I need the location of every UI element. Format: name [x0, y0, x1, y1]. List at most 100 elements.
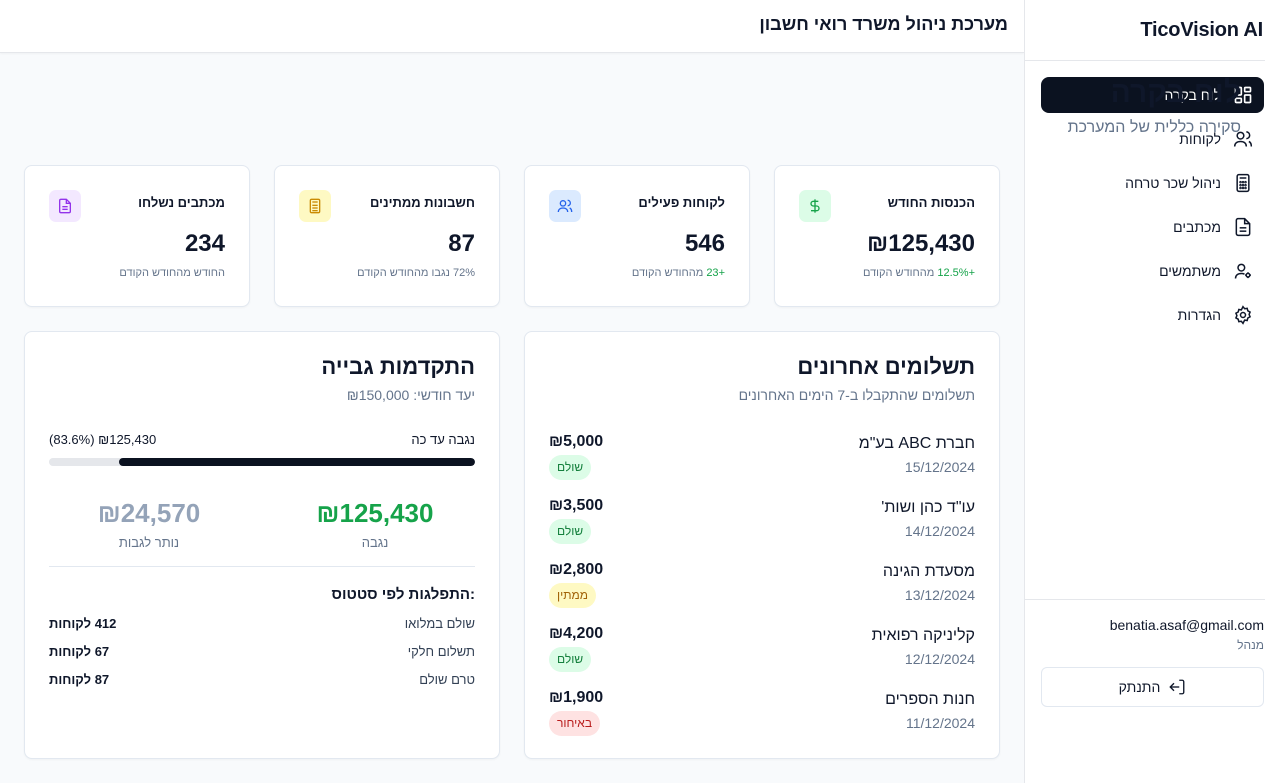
stat-icon-box — [49, 190, 81, 222]
status-badge: שולם — [549, 519, 592, 544]
sidebar-item-label: הגדרות — [1177, 307, 1221, 323]
stat-sub: +12.5% מהחודש הקודם — [863, 267, 975, 279]
sidebar-item-label: מכתבים — [1173, 219, 1221, 235]
payment-amount: ₪3,500 — [549, 497, 604, 514]
collected-label: נגבה — [361, 535, 389, 550]
sidebar-item-label: ניהול שכר טרחה — [1125, 175, 1221, 191]
distribution-value: 87 לקוחות — [49, 672, 110, 687]
stat-label: הכנסות החודש — [887, 195, 975, 210]
payment-row[interactable]: מסעדת הגינה 13/12/2024 ₪2,800 ממתין — [549, 561, 975, 609]
payment-row[interactable]: עו"ד כהן ושות' 14/12/2024 ₪3,500 שולם — [549, 497, 975, 545]
payment-amount: ₪1,900 — [549, 689, 604, 706]
collection-title: התקדמות גבייה — [321, 354, 475, 379]
stat-card-active-clients: לקוחות פעילים 546 +23 מהחודש הקודם — [524, 165, 750, 307]
user-cog-icon — [1234, 263, 1251, 279]
stat-value: 87 — [448, 230, 475, 257]
distribution-value: 67 לקוחות — [49, 644, 110, 659]
stat-icon-box — [299, 190, 331, 222]
file-text-icon — [59, 198, 71, 214]
payments-subtitle: תשלומים שהתקבלו ב-7 הימים האחרונים — [738, 387, 975, 403]
dollar-icon — [810, 199, 820, 213]
top-bar: מערכת ניהול משרד רואי חשבון — [0, 0, 1024, 53]
stat-sub-text: מהחודש הקודם — [631, 267, 704, 279]
stat-sub: +23 מהחודש הקודם — [632, 267, 725, 279]
brand-logo-text: TicoVision AI — [1140, 18, 1263, 41]
stat-label: מכתבים נשלחו — [138, 195, 225, 210]
user-role: מנהל — [1237, 638, 1264, 652]
progress-label: נגבה עד כה — [411, 432, 475, 447]
status-badge: באיחור — [549, 711, 601, 736]
stat-label: חשבונות ממתינים — [369, 195, 475, 210]
logout-icon — [1169, 679, 1185, 695]
stat-card-letters-sent: מכתבים נשלחו 234 החודש מהחודש הקודם — [24, 165, 250, 307]
distribution-label: שולם במלואו — [404, 616, 475, 631]
stat-sub-text: מהחודש הקודם — [862, 267, 935, 279]
payment-client: חברת ABC בע"מ — [858, 435, 975, 452]
stat-value: 546 — [684, 230, 725, 257]
sidebar-item-settings[interactable]: הגדרות — [1041, 297, 1264, 333]
stat-icon-box — [799, 190, 831, 222]
collection-progress-card: התקדמות גבייה יעד חודשי: ₪150,000 נגבה ע… — [24, 331, 500, 759]
logout-label: התנתק — [1118, 679, 1161, 695]
progress-value: ₪125,430 (83.6%) — [49, 432, 157, 447]
divider — [49, 566, 475, 567]
gear-icon — [1234, 305, 1252, 325]
payment-row[interactable]: חברת ABC בע"מ 15/12/2024 ₪5,000 שולם — [549, 433, 975, 481]
payment-amount: ₪4,200 — [549, 625, 604, 642]
users-icon — [557, 199, 573, 213]
stat-change: +23 — [706, 267, 725, 279]
payment-amount: ₪2,800 — [549, 561, 604, 578]
remaining-summary: ₪24,570 נותר לגבות — [49, 498, 249, 550]
stat-sub: החודש מהחודש הקודם — [119, 267, 225, 279]
distribution-label: טרם שולם — [419, 672, 475, 687]
payment-date: 13/12/2024 — [904, 587, 975, 603]
payment-date: 12/12/2024 — [904, 651, 975, 667]
distribution-title: התפלגות לפי סטטוס: — [331, 586, 475, 603]
stat-card-pending-invoices: חשבונות ממתינים 87 72% נגבו מהחודש הקודם — [274, 165, 500, 307]
payment-date: 11/12/2024 — [905, 715, 975, 731]
stat-value: 234 — [184, 230, 225, 257]
distribution-row: תשלום חלקי 67 לקוחות — [49, 644, 475, 664]
page-subtitle: סקירה כללית של המערכת — [1067, 119, 1241, 136]
sidebar-item-users[interactable]: משתמשים — [1041, 253, 1264, 289]
logout-button[interactable]: התנתק — [1041, 667, 1264, 707]
user-box: benatia.asaf@gmail.com מנהל התנתק — [1025, 599, 1265, 707]
payment-row[interactable]: קליניקה רפואית 12/12/2024 ₪4,200 שולם — [549, 625, 975, 673]
progress-bar — [49, 458, 475, 466]
status-badge: שולם — [549, 455, 592, 480]
stat-icon-box — [549, 190, 581, 222]
sidebar: TicoVision AI לוח בקרה לקוחות ניהול שכר … — [1024, 0, 1265, 783]
collected-value: ₪125,430 — [316, 498, 434, 528]
payment-date: 14/12/2024 — [904, 523, 975, 539]
stat-change: +12.5% — [937, 267, 975, 279]
payment-client: קליניקה רפואית — [871, 627, 975, 644]
sidebar-item-fees[interactable]: ניהול שכר טרחה — [1041, 165, 1264, 201]
distribution-value: 412 לקוחות — [49, 616, 117, 631]
calculator-icon — [309, 198, 321, 214]
recent-payments-card: תשלומים אחרונים תשלומים שהתקבלו ב-7 הימי… — [524, 331, 1000, 759]
collected-summary: ₪125,430 נגבה — [275, 498, 475, 550]
stat-card-revenue: הכנסות החודש ₪125,430 +12.5% מהחודש הקוד… — [774, 165, 1000, 307]
remaining-label: נותר לגבות — [118, 535, 180, 550]
payment-client: חנות הספרים — [885, 691, 975, 708]
distribution-row: שולם במלואו 412 לקוחות — [49, 616, 475, 636]
calculator-icon — [1236, 173, 1250, 193]
payment-amount: ₪5,000 — [549, 433, 604, 450]
user-email: benatia.asaf@gmail.com — [1109, 617, 1264, 633]
sidebar-item-letters[interactable]: מכתבים — [1041, 209, 1264, 245]
distribution-label: תשלום חלקי — [407, 644, 475, 659]
sidebar-item-label: משתמשים — [1159, 263, 1221, 279]
brand: TicoVision AI — [1025, 0, 1265, 61]
status-badge: שולם — [549, 647, 592, 672]
status-badge: ממתין — [549, 583, 597, 608]
payment-client: מסעדת הגינה — [882, 563, 975, 580]
payment-row[interactable]: חנות הספרים 11/12/2024 ₪1,900 באיחור — [549, 689, 975, 737]
app-title: מערכת ניהול משרד רואי חשבון — [759, 14, 1008, 34]
payments-title: תשלומים אחרונים — [797, 354, 975, 379]
stat-label: לקוחות פעילים — [638, 195, 725, 210]
page-title: לוח בקרה — [1110, 76, 1241, 109]
distribution-row: טרם שולם 87 לקוחות — [49, 672, 475, 692]
payment-client: עו"ד כהן ושות' — [881, 499, 975, 516]
stat-value: ₪125,430 — [867, 230, 975, 257]
stat-sub: 72% נגבו מהחודש הקודם — [357, 267, 475, 279]
